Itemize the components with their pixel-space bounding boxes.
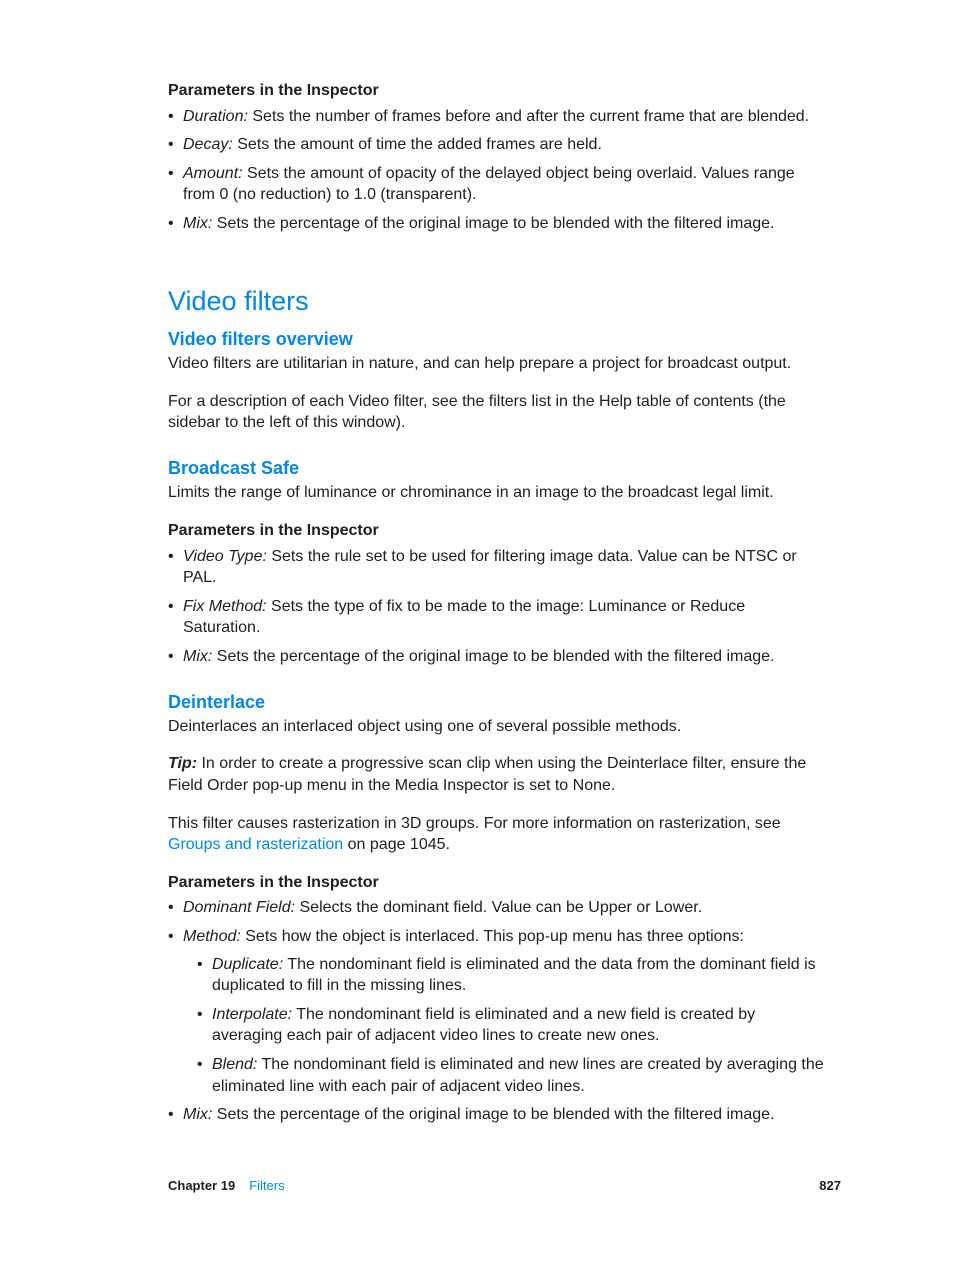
param-desc: Sets the number of frames before and aft…: [248, 108, 809, 125]
param-term: Method:: [183, 928, 241, 945]
broadcast-safe-desc: Limits the range of luminance or chromin…: [168, 482, 824, 504]
heading-video-filters: Video filters: [168, 283, 824, 319]
heading-deinterlace: Deinterlace: [168, 690, 824, 714]
param-desc: The nondominant field is eliminated and …: [212, 1056, 824, 1095]
param-desc: The nondominant field is eliminated and …: [212, 956, 816, 995]
heading-overview: Video filters overview: [168, 327, 824, 351]
param-term: Blend:: [212, 1056, 257, 1073]
param-term: Mix:: [183, 648, 212, 665]
raster-text-post: on page 1045.: [343, 836, 450, 853]
content-area: Parameters in the Inspector Duration: Se…: [168, 80, 824, 1126]
param-desc: Sets the rule set to be used for filteri…: [183, 548, 797, 587]
footer-chapter-label: Chapter 19: [168, 1178, 235, 1193]
page-footer: Chapter 19 Filters 827: [168, 1178, 841, 1193]
param-desc: Sets the amount of opacity of the delaye…: [183, 165, 795, 204]
param-term: Interpolate:: [212, 1006, 292, 1023]
param-term: Duplicate:: [212, 956, 283, 973]
deinterlace-desc: Deinterlaces an interlaced object using …: [168, 716, 824, 738]
deinterlace-raster: This filter causes rasterization in 3D g…: [168, 813, 824, 856]
params-heading-bs: Parameters in the Inspector: [168, 520, 824, 542]
param-desc: Sets the amount of time the added frames…: [233, 136, 602, 153]
nested-list: Duplicate: The nondominant field is elim…: [197, 954, 824, 1098]
param-term: Decay:: [183, 136, 233, 153]
deinterlace-tip: Tip: In order to create a progressive sc…: [168, 753, 824, 796]
raster-text-pre: This filter causes rasterization in 3D g…: [168, 815, 781, 832]
list-item: Decay: Sets the amount of time the added…: [168, 134, 824, 156]
param-desc: Sets the type of fix to be made to the i…: [183, 598, 745, 637]
list-item: Duration: Sets the number of frames befo…: [168, 106, 824, 128]
tip-label: Tip:: [168, 755, 201, 772]
param-term: Duration:: [183, 108, 248, 125]
param-desc: Sets the percentage of the original imag…: [212, 215, 774, 232]
params-heading-1: Parameters in the Inspector: [168, 80, 824, 102]
footer-page-number: 827: [819, 1178, 841, 1193]
list-item: Mix: Sets the percentage of the original…: [168, 213, 824, 235]
param-desc: The nondominant field is eliminated and …: [212, 1006, 755, 1045]
list-item: Amount: Sets the amount of opacity of th…: [168, 163, 824, 206]
heading-broadcast-safe: Broadcast Safe: [168, 456, 824, 480]
params-list-1: Duration: Sets the number of frames befo…: [168, 106, 824, 235]
list-item: Interpolate: The nondominant field is el…: [197, 1004, 824, 1047]
list-item: Fix Method: Sets the type of fix to be m…: [168, 596, 824, 639]
groups-rasterization-link[interactable]: Groups and rasterization: [168, 836, 343, 853]
overview-p2: For a description of each Video filter, …: [168, 391, 824, 434]
params-list-bs: Video Type: Sets the rule set to be used…: [168, 546, 824, 668]
footer-chapter-topic: Filters: [249, 1178, 284, 1193]
param-desc: Sets the percentage of the original imag…: [212, 648, 774, 665]
param-desc: Sets the percentage of the original imag…: [212, 1106, 774, 1123]
params-heading-di: Parameters in the Inspector: [168, 872, 824, 894]
list-item: Method: Sets how the object is interlace…: [168, 926, 824, 1097]
param-term: Video Type:: [183, 548, 267, 565]
list-item: Mix: Sets the percentage of the original…: [168, 1104, 824, 1126]
param-term: Mix:: [183, 215, 212, 232]
overview-p1: Video filters are utilitarian in nature,…: [168, 353, 824, 375]
param-desc: Sets how the object is interlaced. This …: [241, 928, 744, 945]
list-item: Mix: Sets the percentage of the original…: [168, 646, 824, 668]
list-item: Blend: The nondominant field is eliminat…: [197, 1054, 824, 1097]
list-item: Video Type: Sets the rule set to be used…: [168, 546, 824, 589]
param-term: Mix:: [183, 1106, 212, 1123]
page: Parameters in the Inspector Duration: Se…: [0, 0, 954, 1265]
list-item: Dominant Field: Selects the dominant fie…: [168, 897, 824, 919]
param-term: Dominant Field:: [183, 899, 295, 916]
list-item: Duplicate: The nondominant field is elim…: [197, 954, 824, 997]
params-list-di: Dominant Field: Selects the dominant fie…: [168, 897, 824, 1125]
param-desc: Selects the dominant field. Value can be…: [295, 899, 702, 916]
tip-text: In order to create a progressive scan cl…: [168, 755, 806, 794]
param-term: Fix Method:: [183, 598, 267, 615]
param-term: Amount:: [183, 165, 243, 182]
